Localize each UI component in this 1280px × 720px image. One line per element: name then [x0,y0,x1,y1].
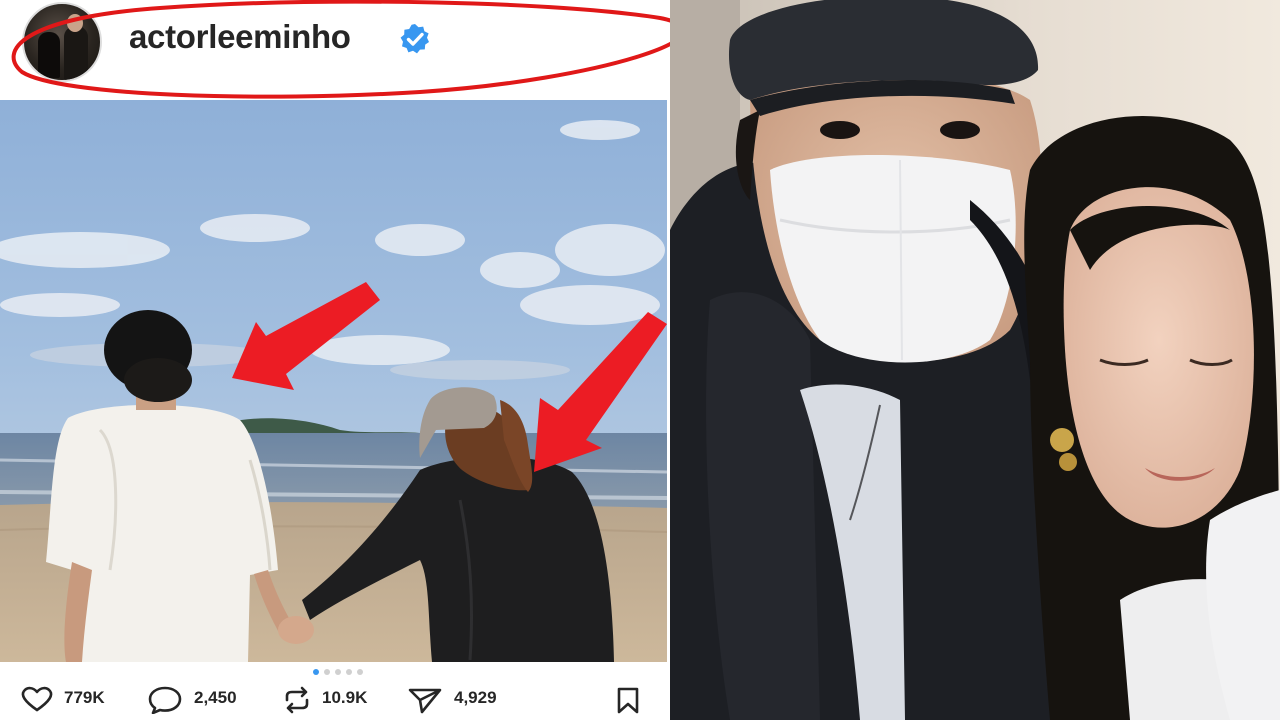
instagram-post-panel: actorleeminho 779K 2,450 10.9K 4,929 [0,0,672,720]
carousel-indicator [313,669,377,677]
bookmark-icon[interactable] [614,686,642,714]
save-action[interactable] [614,680,644,716]
repost-count: 10.9K [322,688,368,707]
repost-icon[interactable] [282,686,312,714]
carousel-dot [346,669,352,675]
comment-action[interactable]: 2,450 [148,680,268,716]
comment-bubble-icon[interactable] [148,686,182,714]
highlight-circle [11,0,672,99]
carousel-dot [357,669,363,675]
repost-action[interactable]: 10.9K [282,680,392,716]
beach-photo [0,100,667,662]
carousel-dot [313,669,319,675]
heart-icon[interactable] [20,686,54,712]
share-action[interactable]: 4,929 [408,680,528,716]
post-actions: 779K 2,450 10.9K 4,929 [0,680,672,716]
carousel-dot [335,669,341,675]
couple-selfie-photo [670,0,1280,720]
share-count: 4,929 [454,688,497,707]
comment-count: 2,450 [194,688,237,707]
paper-plane-icon[interactable] [408,686,442,714]
like-count: 779K [64,688,105,707]
like-action[interactable]: 779K [20,680,130,716]
carousel-dot [324,669,330,675]
post-header: actorleeminho [0,0,672,99]
